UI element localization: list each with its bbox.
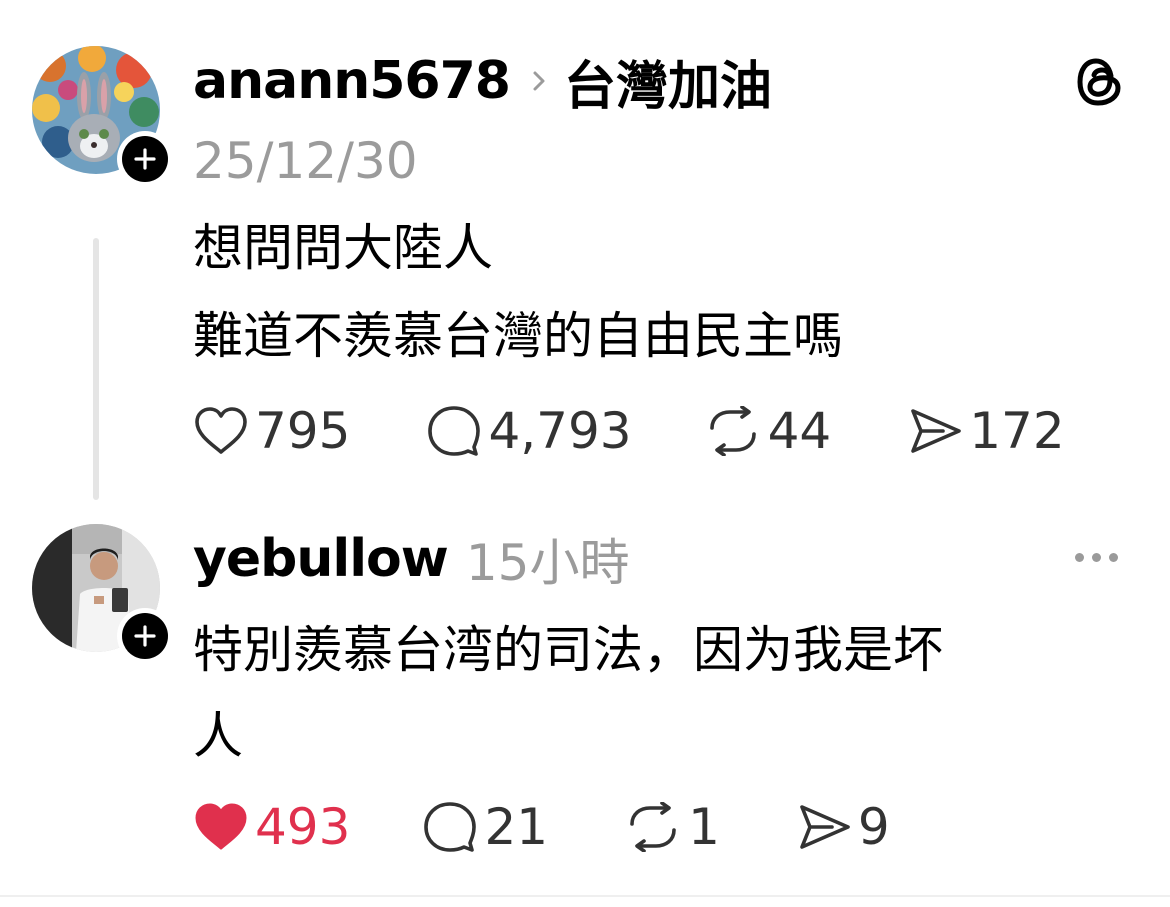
thread-line [93,238,99,500]
dot [1092,553,1101,562]
post-actions: 795 4,793 44 172 [193,400,1065,462]
reply-actions: 493 21 1 9 [193,796,890,858]
like-count: 493 [255,798,351,856]
comment-icon [428,406,481,456]
post-text-line-1: 想問問大陸人 [193,219,493,277]
topic-tag[interactable]: 台灣加油 [564,44,772,119]
main-post: anann5678 台灣加油 25/12/30 想問問大陸人 難道不羨慕台灣的自… [0,0,1170,500]
send-icon [800,805,850,849]
heart-icon [195,407,247,454]
reply-button[interactable]: 4,793 [426,402,632,460]
chevron-right-icon [532,70,546,92]
like-button[interactable]: 795 [193,402,350,460]
repost-icon [709,406,756,456]
repost-icon [630,802,676,852]
repost-count: 44 [767,402,832,460]
reply-text-line-2: 人 [193,707,243,765]
share-count: 172 [969,402,1065,460]
reply-header: yebullow 15小時 [193,524,629,594]
dot [1109,553,1118,562]
reply-time: 15小時 [465,534,630,592]
repost-button[interactable]: 1 [624,798,720,856]
post-date: 25/12/30 [193,132,418,190]
username[interactable]: anann5678 [193,51,511,111]
repost-count: 1 [688,798,720,856]
reply-button[interactable]: 21 [422,798,548,856]
plus-icon [122,613,168,659]
reply-count: 21 [484,798,549,856]
dot [1075,553,1084,562]
share-count: 9 [857,798,890,856]
follow-button[interactable] [117,608,173,664]
plus-icon [122,136,168,182]
send-icon [911,409,962,453]
share-button[interactable]: 172 [907,402,1065,460]
threads-logo-icon[interactable] [1076,56,1124,112]
heart-filled-icon [195,803,247,850]
share-button[interactable]: 9 [796,798,890,856]
divider [0,895,1170,897]
post-header: anann5678 台灣加油 [193,44,772,119]
more-options-icon[interactable] [1075,553,1118,562]
username[interactable]: yebullow [193,529,449,589]
reply-text-line-1: 特別羨慕台湾的司法，因为我是坏 [193,621,943,679]
repost-button[interactable]: 44 [704,402,832,460]
follow-button[interactable] [117,131,173,187]
like-count: 795 [255,402,351,460]
reply-count: 4,793 [488,402,632,460]
comment-icon [424,802,477,852]
reply-post: yebullow 15小時 特別羨慕台湾的司法，因为我是坏 人 493 21 1… [0,500,1170,895]
like-button[interactable]: 493 [193,798,350,856]
post-text-line-2: 難道不羨慕台灣的自由民主嗎 [193,307,843,365]
